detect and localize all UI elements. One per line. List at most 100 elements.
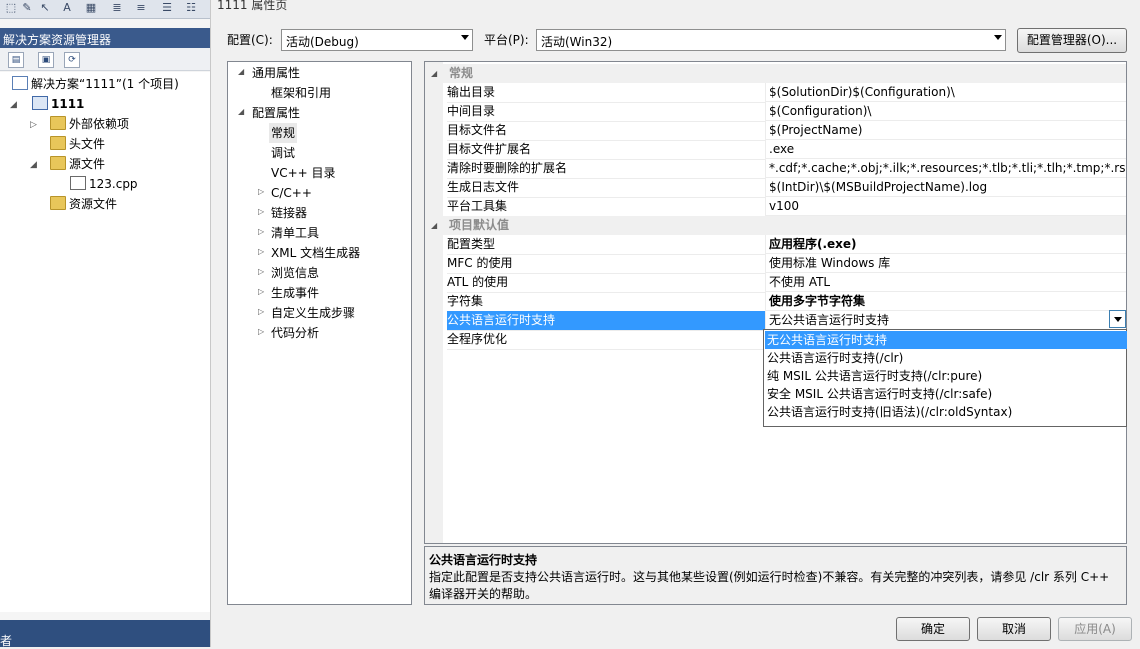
- solution-explorer-title: 解决方案资源管理器: [3, 33, 112, 47]
- apply-button[interactable]: 应用(A): [1058, 617, 1132, 641]
- expand-arrow-icon[interactable]: ▷: [258, 267, 264, 276]
- expand-arrow-icon[interactable]: ▷: [258, 247, 264, 256]
- chevron-down-icon: [1114, 317, 1122, 322]
- nav-item-debug[interactable]: 调试: [271, 143, 295, 163]
- nav-item-common[interactable]: 通用属性: [252, 63, 300, 83]
- solution-explorer-header: 解决方案资源管理器: [0, 28, 210, 48]
- folder-icon: [50, 136, 66, 150]
- dropdown-option[interactable]: 纯 MSIL 公共语言运行时支持(/clr:pure): [765, 367, 1127, 385]
- solution-icon: [12, 76, 28, 90]
- property-row[interactable]: 目标文件名 $(ProjectName): [425, 121, 1126, 141]
- property-grid: ◢ 常规 输出目录 $(SolutionDir)$(Configuration)…: [424, 61, 1127, 544]
- nav-item-build-events[interactable]: 生成事件: [271, 283, 319, 303]
- folder-icon: [50, 196, 66, 210]
- property-row[interactable]: MFC 的使用 使用标准 Windows 库: [425, 254, 1126, 274]
- category-project-defaults[interactable]: ◢ 项目默认值: [425, 216, 1126, 235]
- clr-dropdown-button[interactable]: [1109, 310, 1126, 328]
- refresh-icon[interactable]: ⟳: [64, 52, 80, 68]
- collapse-arrow-icon[interactable]: ◢: [30, 160, 37, 170]
- property-row[interactable]: 清除时要删除的扩展名 *.cdf;*.cache;*.obj;*.ilk;*.r…: [425, 159, 1126, 179]
- nav-item-cpp[interactable]: C/C++: [271, 183, 312, 203]
- property-row[interactable]: 生成日志文件 $(IntDir)\$(MSBuildProjectName).l…: [425, 178, 1126, 198]
- clr-dropdown-list: 无公共语言运行时支持 公共语言运行时支持(/clr) 纯 MSIL 公共语言运行…: [763, 329, 1127, 427]
- tree-item-external-deps[interactable]: 外部依赖项: [50, 114, 129, 134]
- bottom-text: 者: [0, 634, 13, 648]
- property-pages-dialog: 1111 属性页 配置(C): 活动(Debug) 平台(P): 活动(Win3…: [211, 0, 1140, 647]
- expand-arrow-icon[interactable]: ▷: [258, 307, 264, 316]
- category-general[interactable]: ◢ 常规: [425, 64, 1126, 83]
- expand-arrow-icon[interactable]: ▷: [30, 120, 37, 130]
- tree-item-sources[interactable]: 源文件: [50, 154, 105, 174]
- property-row[interactable]: 目标文件扩展名 .exe: [425, 140, 1126, 160]
- outdent-icon[interactable]: ≣: [110, 1, 124, 15]
- collapse-arrow-icon[interactable]: ◢: [431, 216, 437, 235]
- folder-icon: [50, 116, 66, 130]
- dropdown-option[interactable]: 安全 MSIL 公共语言运行时支持(/clr:safe): [765, 385, 1127, 403]
- description-panel: 公共语言运行时支持 指定此配置是否支持公共语言运行时。这与其他某些设置(例如运行…: [424, 546, 1127, 605]
- nav-item-framework[interactable]: 框架和引用: [271, 83, 331, 103]
- config-label: 配置(C):: [227, 33, 273, 47]
- cpp-file-icon: [70, 176, 86, 190]
- uncomment-icon[interactable]: ☷: [184, 1, 198, 15]
- ide-toolbar: ⬚ ✎ ↖ A ▦ ≣ ≡ ☰ ☷: [0, 0, 210, 19]
- expand-arrow-icon[interactable]: ▷: [258, 227, 264, 236]
- property-row[interactable]: 配置类型 应用程序(.exe): [425, 235, 1126, 255]
- config-value: 活动(Debug): [286, 35, 359, 49]
- chevron-down-icon: [461, 35, 469, 40]
- clr-support-value[interactable]: 无公共语言运行时支持: [765, 311, 1126, 330]
- description-title: 公共语言运行时支持: [429, 553, 538, 567]
- property-row[interactable]: 输出目录 $(SolutionDir)$(Configuration)\: [425, 83, 1126, 103]
- chevron-down-icon: [994, 35, 1002, 40]
- dropdown-option[interactable]: 无公共语言运行时支持: [765, 331, 1127, 349]
- nav-item-code-analysis[interactable]: 代码分析: [271, 323, 319, 343]
- folder-open-icon: [50, 156, 66, 170]
- comment-icon[interactable]: ☰: [160, 1, 174, 15]
- platform-value: 活动(Win32): [541, 35, 613, 49]
- properties-icon[interactable]: ▤: [8, 52, 24, 68]
- cancel-button[interactable]: 取消: [977, 617, 1051, 641]
- nav-item-config[interactable]: 配置属性: [252, 103, 300, 123]
- dialog-title: 1111 属性页: [217, 0, 288, 12]
- tree-item-file[interactable]: 123.cpp: [70, 174, 138, 194]
- dropdown-option[interactable]: 公共语言运行时支持(旧语法)(/clr:oldSyntax): [765, 403, 1127, 421]
- show-all-files-icon[interactable]: ▣: [38, 52, 54, 68]
- indent-icon[interactable]: ≡: [134, 1, 148, 15]
- rename-icon[interactable]: A: [60, 1, 74, 15]
- tree-item-resources[interactable]: 资源文件: [50, 194, 117, 214]
- property-row[interactable]: 平台工具集 v100: [425, 197, 1126, 217]
- tree-item-headers[interactable]: 头文件: [50, 134, 105, 154]
- collapse-arrow-icon[interactable]: ◢: [238, 107, 244, 116]
- cursor-icon[interactable]: ↖: [38, 1, 52, 15]
- nav-item-xml[interactable]: XML 文档生成器: [271, 243, 360, 263]
- select-icon[interactable]: ⬚: [4, 1, 18, 15]
- property-row[interactable]: 字符集 使用多字节字符集: [425, 292, 1126, 312]
- nav-item-manifest[interactable]: 清单工具: [271, 223, 319, 243]
- property-row[interactable]: 中间目录 $(Configuration)\: [425, 102, 1126, 122]
- config-select[interactable]: 活动(Debug): [281, 29, 473, 51]
- description-text: 指定此配置是否支持公共语言运行时。这与其他某些设置(例如运行时检查)不兼容。有关…: [429, 570, 1110, 601]
- config-manager-button[interactable]: 配置管理器(O)...: [1017, 28, 1127, 53]
- dropdown-option[interactable]: 公共语言运行时支持(/clr): [765, 349, 1127, 367]
- nav-item-browse[interactable]: 浏览信息: [271, 263, 319, 283]
- expand-arrow-icon[interactable]: ▷: [258, 187, 264, 196]
- solution-tree: 解决方案“1111”(1 个项目) ◢ 1111 ▷ 外部依赖项 头文件 ◢ 源…: [0, 72, 210, 612]
- nav-item-vc-dirs[interactable]: VC++ 目录: [271, 163, 336, 183]
- nav-item-custom-build[interactable]: 自定义生成步骤: [271, 303, 355, 323]
- tool-icon[interactable]: ✎: [20, 1, 34, 15]
- nav-item-general[interactable]: 常规: [269, 123, 298, 143]
- expand-arrow-icon[interactable]: ▷: [258, 327, 264, 336]
- collapse-arrow-icon[interactable]: ◢: [10, 100, 17, 110]
- expand-arrow-icon[interactable]: ▷: [258, 287, 264, 296]
- tree-item-solution[interactable]: 解决方案“1111”(1 个项目): [12, 74, 179, 94]
- platform-select[interactable]: 活动(Win32): [536, 29, 1006, 51]
- tree-item-project[interactable]: 1111: [32, 94, 84, 114]
- grid-icon[interactable]: ▦: [84, 1, 98, 15]
- property-row[interactable]: ATL 的使用 不使用 ATL: [425, 273, 1126, 293]
- property-row-selected[interactable]: 公共语言运行时支持 无公共语言运行时支持: [425, 311, 1126, 331]
- project-icon: [32, 96, 48, 110]
- nav-item-linker[interactable]: 链接器: [271, 203, 307, 223]
- expand-arrow-icon[interactable]: ▷: [258, 207, 264, 216]
- ok-button[interactable]: 确定: [896, 617, 970, 641]
- collapse-arrow-icon[interactable]: ◢: [431, 64, 437, 83]
- collapse-arrow-icon[interactable]: ◢: [238, 67, 244, 76]
